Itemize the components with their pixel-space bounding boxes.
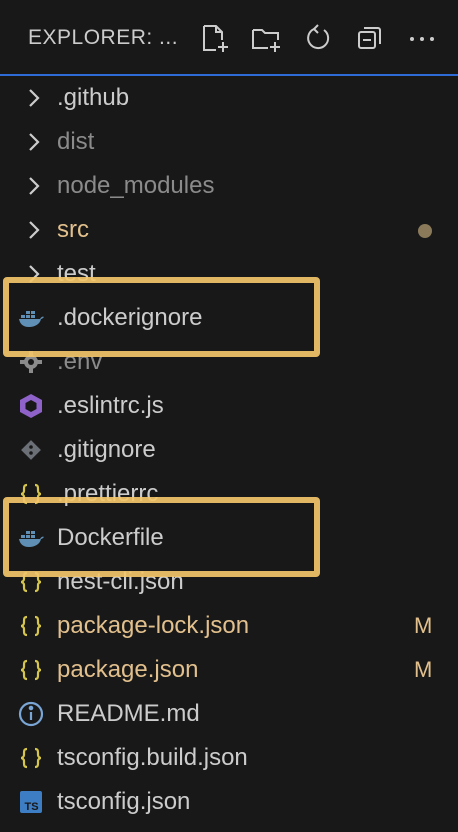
chevron-right-icon xyxy=(24,218,44,242)
tree-item-label: .gitignore xyxy=(57,436,156,463)
highlight-box-dockerignore xyxy=(3,277,320,357)
info-icon xyxy=(17,700,45,728)
explorer-title: EXPLORER: ... xyxy=(28,26,179,49)
json-icon xyxy=(17,612,45,640)
tree-item-label: package.json xyxy=(57,656,199,683)
chevron-right-icon xyxy=(24,86,44,110)
highlight-box-dockerfile xyxy=(3,497,320,577)
chevron-right-icon xyxy=(24,174,44,198)
git-icon xyxy=(17,436,45,464)
tree-item-label: package-lock.json xyxy=(57,612,250,639)
git-status-badge: M xyxy=(414,657,433,682)
json-icon xyxy=(17,656,45,684)
git-status-badge: M xyxy=(414,613,433,638)
folder-row-src[interactable]: src xyxy=(0,208,458,252)
tree-item-label: tsconfig.build.json xyxy=(57,744,248,771)
file-row-tsconfig-build-json[interactable]: tsconfig.build.json xyxy=(0,736,458,780)
file-row-gitignore[interactable]: .gitignore xyxy=(0,428,458,472)
new-folder-icon[interactable] xyxy=(250,22,282,54)
folder-row-dist[interactable]: dist xyxy=(0,120,458,164)
refresh-icon[interactable] xyxy=(302,22,334,54)
tree-item-label: node_modules xyxy=(57,172,215,199)
json-icon xyxy=(17,744,45,772)
tree-item-label: README.md xyxy=(57,700,200,727)
typescript-icon: TS xyxy=(17,788,45,816)
folder-row-github[interactable]: .github xyxy=(0,76,458,120)
tree-item-label: dist xyxy=(57,128,95,155)
chevron-right-icon xyxy=(24,130,44,154)
file-row-package-json[interactable]: package.json M xyxy=(0,648,458,692)
folder-row-node-modules[interactable]: node_modules xyxy=(0,164,458,208)
tree-item-label: tsconfig.json xyxy=(57,788,191,815)
collapse-all-icon[interactable] xyxy=(354,22,386,54)
more-actions-icon[interactable] xyxy=(406,22,438,54)
tree-item-label: src xyxy=(57,216,89,243)
tree-item-label: .github xyxy=(57,84,130,111)
file-row-tsconfig-json[interactable]: TS tsconfig.json xyxy=(0,780,458,824)
tree-item-label: .eslintrc.js xyxy=(57,392,164,419)
svg-text:TS: TS xyxy=(24,801,38,813)
modified-dot xyxy=(418,224,432,238)
eslint-icon xyxy=(17,392,45,420)
file-row-eslintrc-js[interactable]: .eslintrc.js xyxy=(0,384,458,428)
file-row-package-lock-json[interactable]: package-lock.json M xyxy=(0,604,458,648)
file-row-readme-md[interactable]: README.md xyxy=(0,692,458,736)
explorer-header: EXPLORER: ... xyxy=(0,0,458,76)
new-file-icon[interactable] xyxy=(198,22,230,54)
